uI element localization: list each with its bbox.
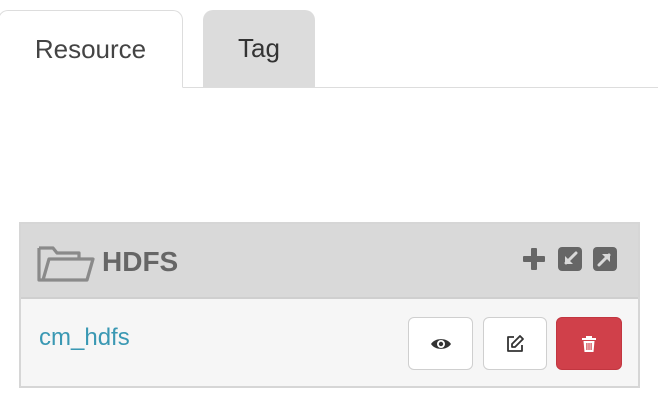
plus-icon[interactable]	[521, 246, 547, 272]
edit-icon	[507, 334, 524, 352]
list-item: cm_hdfs	[21, 299, 638, 386]
eye-icon	[430, 338, 451, 349]
tab-tag-label: Tag	[238, 33, 280, 63]
compress-icon[interactable]	[557, 246, 583, 272]
service-panel-header: HDFS	[21, 224, 638, 299]
tab-resource-label: Resource	[34, 33, 147, 64]
tab-tag[interactable]: Tag	[203, 10, 315, 87]
resource-link[interactable]: cm_hdfs	[39, 324, 130, 352]
trash-icon	[582, 335, 596, 352]
delete-button[interactable]	[556, 317, 622, 370]
expand-icon[interactable]	[592, 246, 618, 272]
tab-resource[interactable]: Resource	[0, 10, 183, 88]
tab-bar: Resource Tag	[0, 10, 658, 88]
folder-open-icon	[37, 246, 95, 282]
service-panel: HDFS cm_hdfs	[19, 222, 640, 388]
service-name: HDFS	[102, 246, 179, 277]
edit-button[interactable]	[483, 317, 547, 370]
view-button[interactable]	[408, 317, 473, 370]
